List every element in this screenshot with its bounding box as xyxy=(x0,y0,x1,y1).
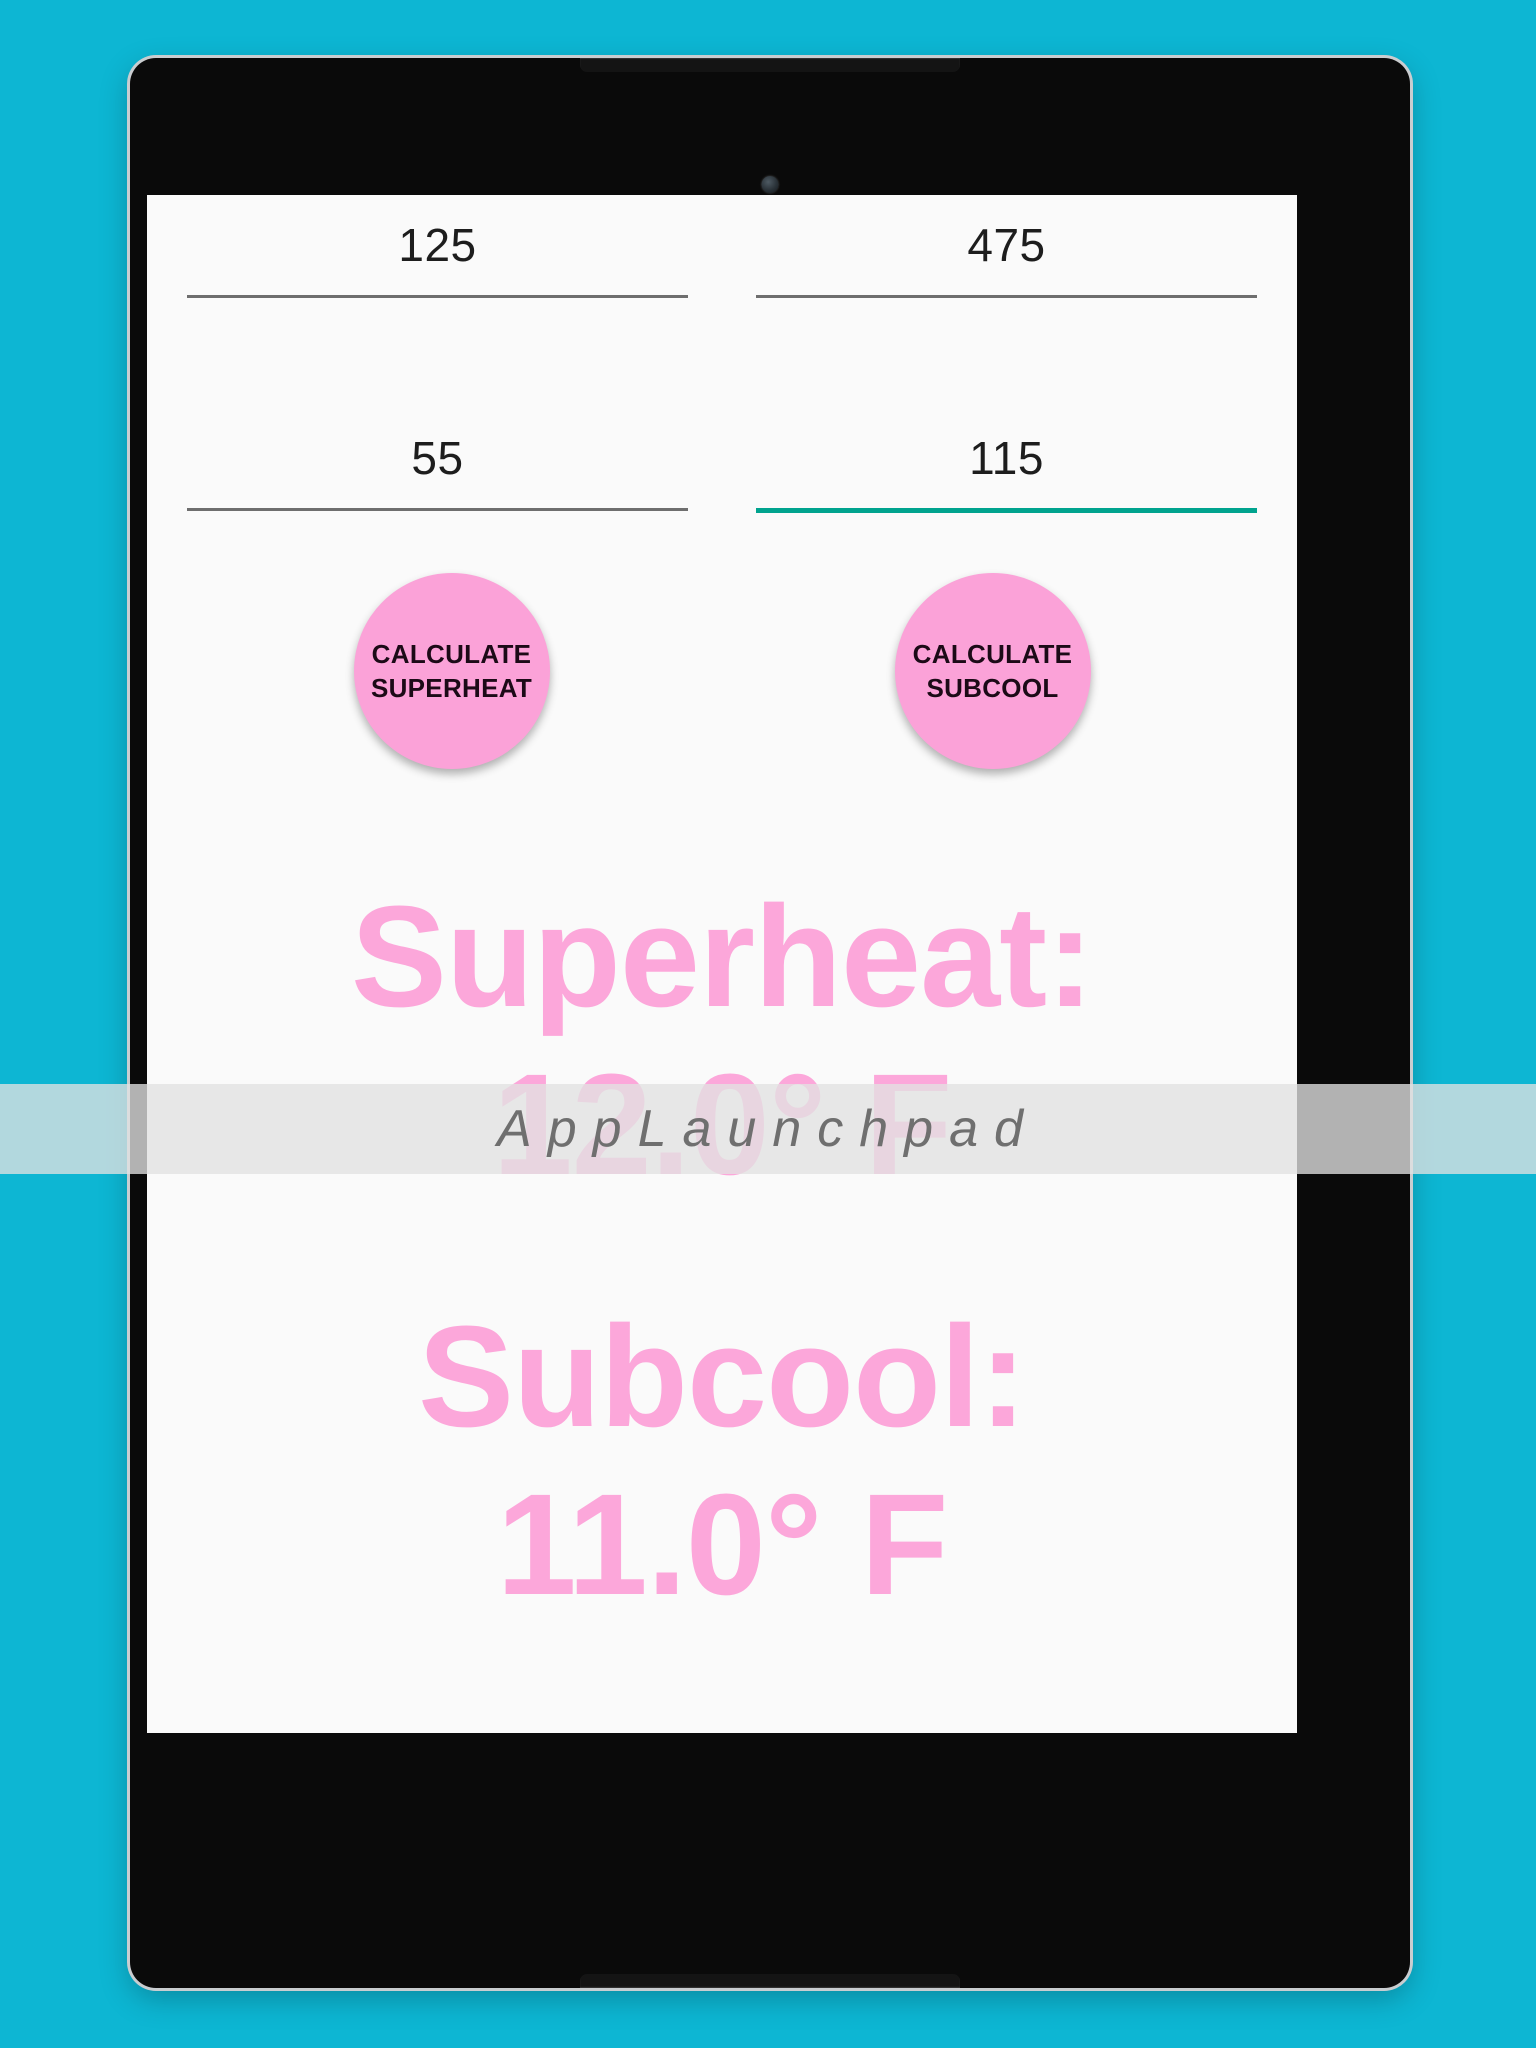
calculate-subcool-line1: CALCULATE xyxy=(912,639,1073,669)
calculate-subcool-button[interactable]: CALCULATE SUBCOOL xyxy=(894,573,1091,769)
input-col-left-2: 55 xyxy=(181,416,722,523)
speaker-slot-bottom-icon xyxy=(580,1974,960,1988)
input-row-bottom: 55 115 xyxy=(147,416,1297,523)
input-col-right: 475 xyxy=(722,203,1263,308)
superheat-result-value: 12.0° F xyxy=(492,1044,953,1205)
superheat-result: Superheat: 12.0° F xyxy=(147,873,1297,1209)
input-bottom-right-value: 115 xyxy=(969,432,1044,484)
subcool-result: Subcool: 11.0° F xyxy=(147,1293,1297,1629)
superheat-result-label: Superheat: xyxy=(350,876,1094,1037)
input-bottom-right[interactable]: 115 xyxy=(756,416,1257,523)
tablet-device-frame: 125 475 55 115 CALCULATE SUPERHEAT CALCU… xyxy=(130,58,1410,1988)
calculate-superheat-button[interactable]: CALCULATE SUPERHEAT xyxy=(353,573,550,769)
input-top-left-value: 125 xyxy=(398,219,477,271)
input-col-right-2: 115 xyxy=(722,416,1263,523)
input-bottom-left[interactable]: 55 xyxy=(187,416,688,521)
input-bottom-right-underline xyxy=(756,508,1257,513)
calculate-superheat-line1: CALCULATE xyxy=(371,639,532,669)
subcool-result-label: Subcool: xyxy=(418,1296,1027,1457)
input-bottom-left-value: 55 xyxy=(411,432,464,484)
app-screen: 125 475 55 115 CALCULATE SUPERHEAT CALCU… xyxy=(147,195,1297,1733)
input-top-left-underline xyxy=(187,295,688,298)
input-top-left[interactable]: 125 xyxy=(187,203,688,308)
input-top-right-value: 475 xyxy=(967,219,1046,271)
calculate-subcool-button-label: CALCULATE SUBCOOL xyxy=(913,637,1073,705)
input-top-right-underline xyxy=(756,295,1257,298)
button-col-left: CALCULATE SUPERHEAT xyxy=(181,573,722,769)
button-col-right: CALCULATE SUBCOOL xyxy=(722,573,1263,769)
input-col-left: 125 xyxy=(181,203,722,308)
calculate-superheat-line2: SUPERHEAT xyxy=(370,673,533,703)
speaker-slot-top-icon xyxy=(580,58,960,72)
calculate-subcool-line2: SUBCOOL xyxy=(926,673,1059,703)
input-row-top: 125 475 xyxy=(147,203,1297,308)
button-row: CALCULATE SUPERHEAT CALCULATE SUBCOOL xyxy=(147,573,1297,769)
subcool-result-value: 11.0° F xyxy=(496,1464,949,1625)
input-bottom-left-underline xyxy=(187,508,688,511)
results-section: Superheat: 12.0° F Subcool: 11.0° F xyxy=(147,873,1297,1629)
calculate-superheat-button-label: CALCULATE SUPERHEAT xyxy=(371,637,532,705)
input-top-right[interactable]: 475 xyxy=(756,203,1257,308)
front-camera-icon xyxy=(761,176,779,193)
